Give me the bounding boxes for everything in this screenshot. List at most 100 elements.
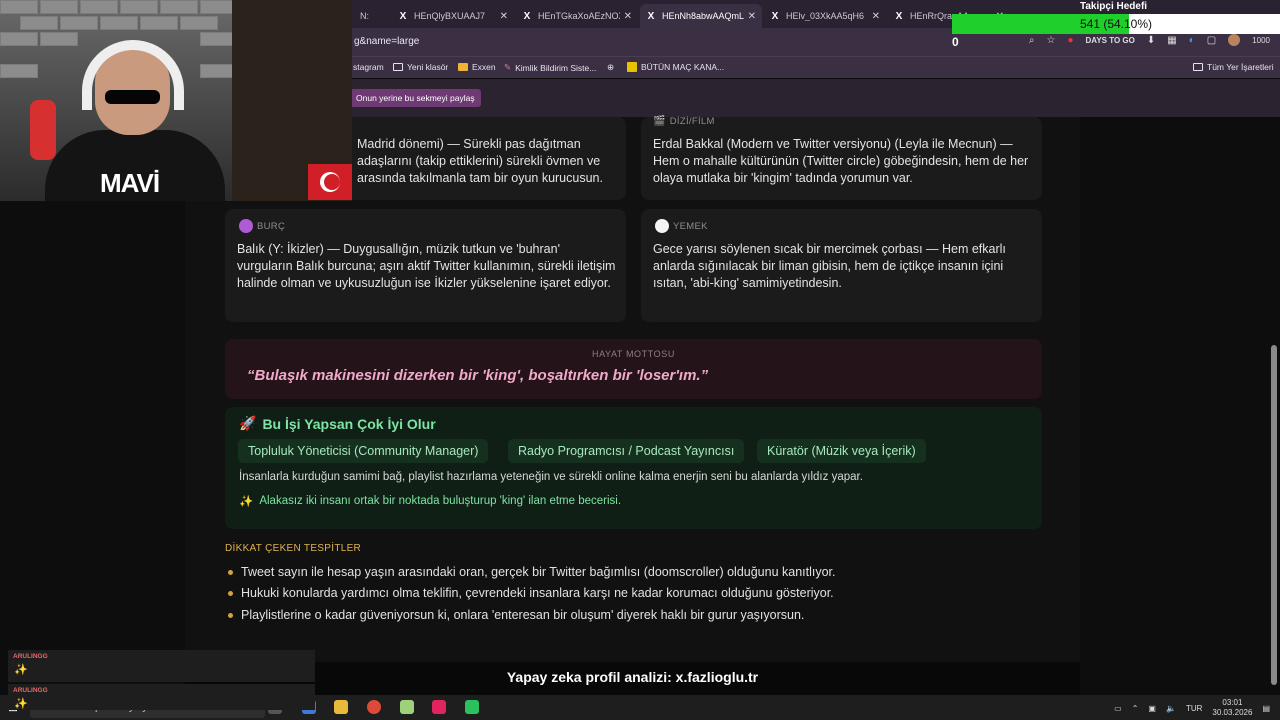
career-card: 🚀 Bu İşi Yapsan Çok İyi Olur Topluluk Yö… xyxy=(225,407,1042,529)
card-burc-text: Balık (Y: İkizler) — Duygusallığın, müzi… xyxy=(237,242,616,290)
microphone xyxy=(30,100,56,160)
keyboard-icon[interactable]: ▭ xyxy=(1114,704,1122,713)
card-yemek: YEMEK Gece yarısı söylenen sıcak bir mer… xyxy=(641,209,1042,322)
plate-icon xyxy=(655,219,669,233)
card-burc-label: BURÇ xyxy=(239,219,285,233)
jp-icon xyxy=(627,62,637,72)
bookmark-instagram[interactable]: stagram xyxy=(353,62,384,72)
bookmark-label: stagram xyxy=(353,62,384,72)
career-skill: ✨ Alakasız iki insanı ortak bir noktada … xyxy=(239,494,621,508)
career-title-text: Bu İşi Yapsan Çok İyi Olur xyxy=(262,415,436,432)
rocket-icon: 🚀 xyxy=(239,415,257,431)
motto-card: HAYAT MOTTOSU “Bulaşık makinesini dizerk… xyxy=(225,339,1042,399)
close-icon[interactable]: ✕ xyxy=(624,11,632,22)
bookmark-label: Kimlik Bildirim Siste... xyxy=(515,62,597,73)
x-logo-icon: X xyxy=(523,10,531,22)
finding-text: Hukuki konularda yardımcı olma teklifin,… xyxy=(241,586,834,600)
bookmark-globe[interactable]: ⊕ xyxy=(607,62,614,73)
app-icon[interactable] xyxy=(465,700,479,714)
card-dizi-film: 🎬 DİZİ/FİLM Erdal Bakkal (Modern ve Twit… xyxy=(641,116,1042,200)
finding-item: Playlistlerine o kadar güveniyorsun ki, … xyxy=(228,608,804,622)
bullet-icon xyxy=(228,569,233,575)
window-icon[interactable]: ▢ xyxy=(1207,35,1216,46)
clock-time: 03:01 xyxy=(1222,698,1243,707)
network-icon[interactable]: ▣ xyxy=(1148,704,1156,713)
card-yemek-label: YEMEK xyxy=(655,219,708,233)
browser-tab[interactable]: N: xyxy=(354,4,390,28)
volume-icon[interactable]: 🔈 xyxy=(1166,704,1176,713)
close-icon[interactable]: ✕ xyxy=(748,11,756,22)
globe-icon: ⊕ xyxy=(607,62,615,72)
notification-icon[interactable]: ▤ xyxy=(1262,704,1270,713)
x-logo-icon: X xyxy=(399,10,407,22)
app-icon[interactable] xyxy=(432,700,446,714)
url-text[interactable]: g&name=large xyxy=(354,36,419,47)
extension-icon[interactable]: ▦ xyxy=(1167,35,1176,46)
page: Madrid dönemi) — Sürekli pas dağıtman ad… xyxy=(0,116,1280,695)
tab-title: HElv_03XkAA5qH6 xyxy=(786,11,865,21)
bookmark-kimlik[interactable]: ✎ Kimlik Bildirim Siste... xyxy=(504,62,596,73)
browser-tab-active[interactable]: X HEnNh8abwAAQmL ✕ xyxy=(640,4,762,28)
chrome-icon[interactable] xyxy=(367,700,381,714)
card-label-text: BURÇ xyxy=(257,220,286,232)
edge-icon[interactable]: ◐ xyxy=(1189,35,1195,46)
browser-tab[interactable]: X HEnTGkaXoAEzNOX ✕ xyxy=(516,4,638,28)
chat-username: ARULINGG xyxy=(13,653,48,660)
bookmark-new-folder[interactable]: Yeni klasör xyxy=(393,62,448,72)
close-icon[interactable]: ✕ xyxy=(500,11,508,22)
chat-message: ARULINGG ✨ xyxy=(8,684,315,710)
close-icon[interactable]: ✕ xyxy=(872,11,880,22)
bookmark-label: BÜTÜN MAÇ KANA... xyxy=(641,62,725,72)
bookmark-star-icon[interactable]: ☆ xyxy=(1046,35,1055,46)
folder-icon xyxy=(1193,63,1203,71)
career-skill-text: Alakasız iki insanı ortak bir noktada bu… xyxy=(259,495,622,507)
career-chip: Radyo Programcısı / Podcast Yayıncısı xyxy=(508,439,745,463)
browser-tab[interactable]: X HEnQlyBXUAAJ7 ✕ xyxy=(392,4,514,28)
finding-text: Tweet sayın ile hesap yaşın arasındaki o… xyxy=(241,565,836,579)
zoom-icon[interactable]: ⌕ xyxy=(1029,35,1035,46)
turkish-flag xyxy=(308,164,352,200)
hoodie-print: MAVİ xyxy=(100,168,160,198)
extension-red-icon[interactable]: ● xyxy=(1067,35,1073,46)
card-futbol-text: Madrid dönemi) — Sürekli pas dağıtman ad… xyxy=(357,137,603,185)
finding-item: Hukuki konularda yardımcı olma teklifin,… xyxy=(228,586,834,600)
motto-label: HAYAT MOTTOSU xyxy=(592,349,675,359)
card-dizi-text: Erdal Bakkal (Modern ve Twitter versiyon… xyxy=(653,137,1029,185)
bookmark-all[interactable]: Tüm Yer İşaretleri xyxy=(1193,62,1274,72)
folder-icon xyxy=(393,63,403,71)
lang-label[interactable]: TUR xyxy=(1186,704,1202,713)
file-explorer-icon[interactable] xyxy=(334,700,348,714)
card-yemek-text: Gece yarısı söylenen sıcak bir mercimek … xyxy=(653,242,1006,290)
counter-label: 1000 xyxy=(1252,35,1270,45)
app-icon[interactable] xyxy=(400,700,414,714)
days-to-go-label: DAYS TO GO xyxy=(1085,35,1135,45)
bookmark-label: Tüm Yer İşaretleri xyxy=(1207,62,1274,72)
pencil-icon: ✎ xyxy=(504,62,512,72)
profile-avatar[interactable] xyxy=(1228,34,1241,46)
finding-text: Playlistlerine o kadar güveniyorsun ki, … xyxy=(241,608,805,622)
x-logo-icon: X xyxy=(895,10,903,22)
clock[interactable]: 03:01 30.03.2026 xyxy=(1212,698,1252,718)
card-label-text: YEMEK xyxy=(673,220,708,232)
findings-label: DİKKAT ÇEKEN TESPİTLER xyxy=(225,543,362,554)
tab-title: HEnQlyBXUAAJ7 xyxy=(414,11,486,21)
bookmark-butun-mac[interactable]: BÜTÜN MAÇ KANA... xyxy=(627,62,724,72)
bookmark-exxen[interactable]: Exxen xyxy=(458,62,496,72)
follower-goal-title: Takipçi Hedefi xyxy=(1080,1,1148,12)
browser-tab[interactable]: X HElv_03XkAA5qH6 ✕ xyxy=(764,4,886,28)
x-logo-icon: X xyxy=(647,10,655,22)
follower-progress-bar: 541 (54.10%) xyxy=(952,14,1280,34)
finding-item: Tweet sayın ile hesap yaşın arasındaki o… xyxy=(228,565,836,579)
page-scrollbar[interactable] xyxy=(1271,345,1277,685)
card-label-text: DİZİ/FİLM xyxy=(669,116,715,127)
career-title: 🚀 Bu İşi Yapsan Çok İyi Olur xyxy=(239,415,436,432)
chat-username: ARULINGG xyxy=(13,687,48,694)
bullet-icon xyxy=(228,612,233,618)
x-logo-icon: X xyxy=(771,10,779,22)
share-tab-button[interactable]: Onun yerine bu sekmeyi paylaş xyxy=(350,89,481,107)
tab-title: HEnTGkaXoAEzNOX xyxy=(538,11,620,21)
chevron-up-icon[interactable]: ⌃ xyxy=(1132,704,1139,713)
footer-banner: Yapay zeka profil analizi: x.fazlioglu.t… xyxy=(185,662,1080,695)
download-icon[interactable]: ⬇ xyxy=(1147,35,1155,46)
follower-start-label: 0 xyxy=(952,35,959,49)
